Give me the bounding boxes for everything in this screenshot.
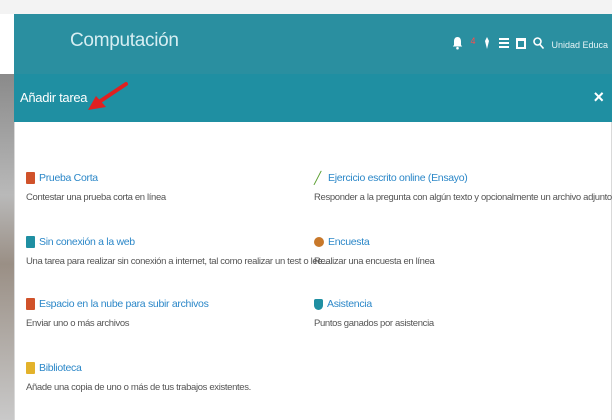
option-title[interactable]: Prueba Corta (39, 172, 98, 184)
search-icon[interactable] (533, 37, 545, 52)
option-description: Añade una copia de uno o más de tus trab… (26, 382, 251, 393)
app-header: Computación 4 Unidad Educa (14, 14, 612, 74)
calendar-icon[interactable] (516, 37, 527, 52)
pencil-icon: ╱ (314, 171, 322, 185)
browser-top-strip (0, 0, 612, 14)
add-task-modal: Añadir tarea × Prueba Corta Contestar un… (14, 74, 612, 420)
option-attendance[interactable]: Asistencia Puntos ganados por asistencia (314, 298, 434, 329)
notification-badge: 4 (470, 35, 476, 46)
quiz-icon (26, 172, 35, 184)
modal-header: Añadir tarea × (14, 74, 612, 122)
option-description: Responder a la pregunta con algún texto … (314, 192, 612, 203)
close-button[interactable]: × (593, 87, 604, 108)
modal-title: Añadir tarea (20, 90, 88, 105)
attendance-icon (314, 298, 323, 310)
school-name[interactable]: Unidad Educa (551, 40, 608, 50)
option-quiz[interactable]: Prueba Corta Contestar una prueba corta … (26, 172, 166, 203)
red-arrow-icon (88, 82, 128, 110)
option-title[interactable]: Sin conexión a la web (39, 236, 135, 248)
option-title[interactable]: Biblioteca (39, 362, 82, 374)
notification-bell-icon[interactable] (452, 36, 463, 53)
menu-list-icon[interactable] (499, 37, 510, 52)
option-description: Puntos ganados por asistencia (314, 318, 434, 329)
option-description: Contestar una prueba corta en línea (26, 192, 166, 203)
option-upload[interactable]: Espacio en la nube para subir archivos E… (26, 298, 209, 329)
option-title[interactable]: Encuesta (328, 236, 370, 248)
messages-icon[interactable] (482, 37, 492, 52)
option-title[interactable]: Espacio en la nube para subir archivos (39, 298, 209, 310)
option-survey[interactable]: Encuesta Realizar una encuesta en línea (314, 236, 435, 267)
option-library[interactable]: Biblioteca Añade una copia de uno o más … (26, 362, 251, 393)
option-description: Una tarea para realizar sin conexión a i… (26, 256, 330, 267)
survey-icon (314, 237, 324, 247)
option-title[interactable]: Ejercicio escrito online (Ensayo) (328, 172, 468, 184)
option-description: Realizar una encuesta en línea (314, 256, 435, 267)
background-page-edge (0, 74, 14, 420)
header-toolbar: 4 Unidad Educa (452, 36, 608, 53)
upload-icon (26, 298, 35, 310)
offline-icon (26, 236, 35, 248)
option-offline[interactable]: Sin conexión a la web Una tarea para rea… (26, 236, 329, 267)
library-icon (26, 362, 35, 374)
course-title: Computación (70, 30, 179, 51)
option-description: Enviar uno o más archivos (26, 318, 130, 329)
option-title[interactable]: Asistencia (327, 298, 372, 310)
option-essay[interactable]: ╱ Ejercicio escrito online (Ensayo) Resp… (314, 172, 612, 203)
